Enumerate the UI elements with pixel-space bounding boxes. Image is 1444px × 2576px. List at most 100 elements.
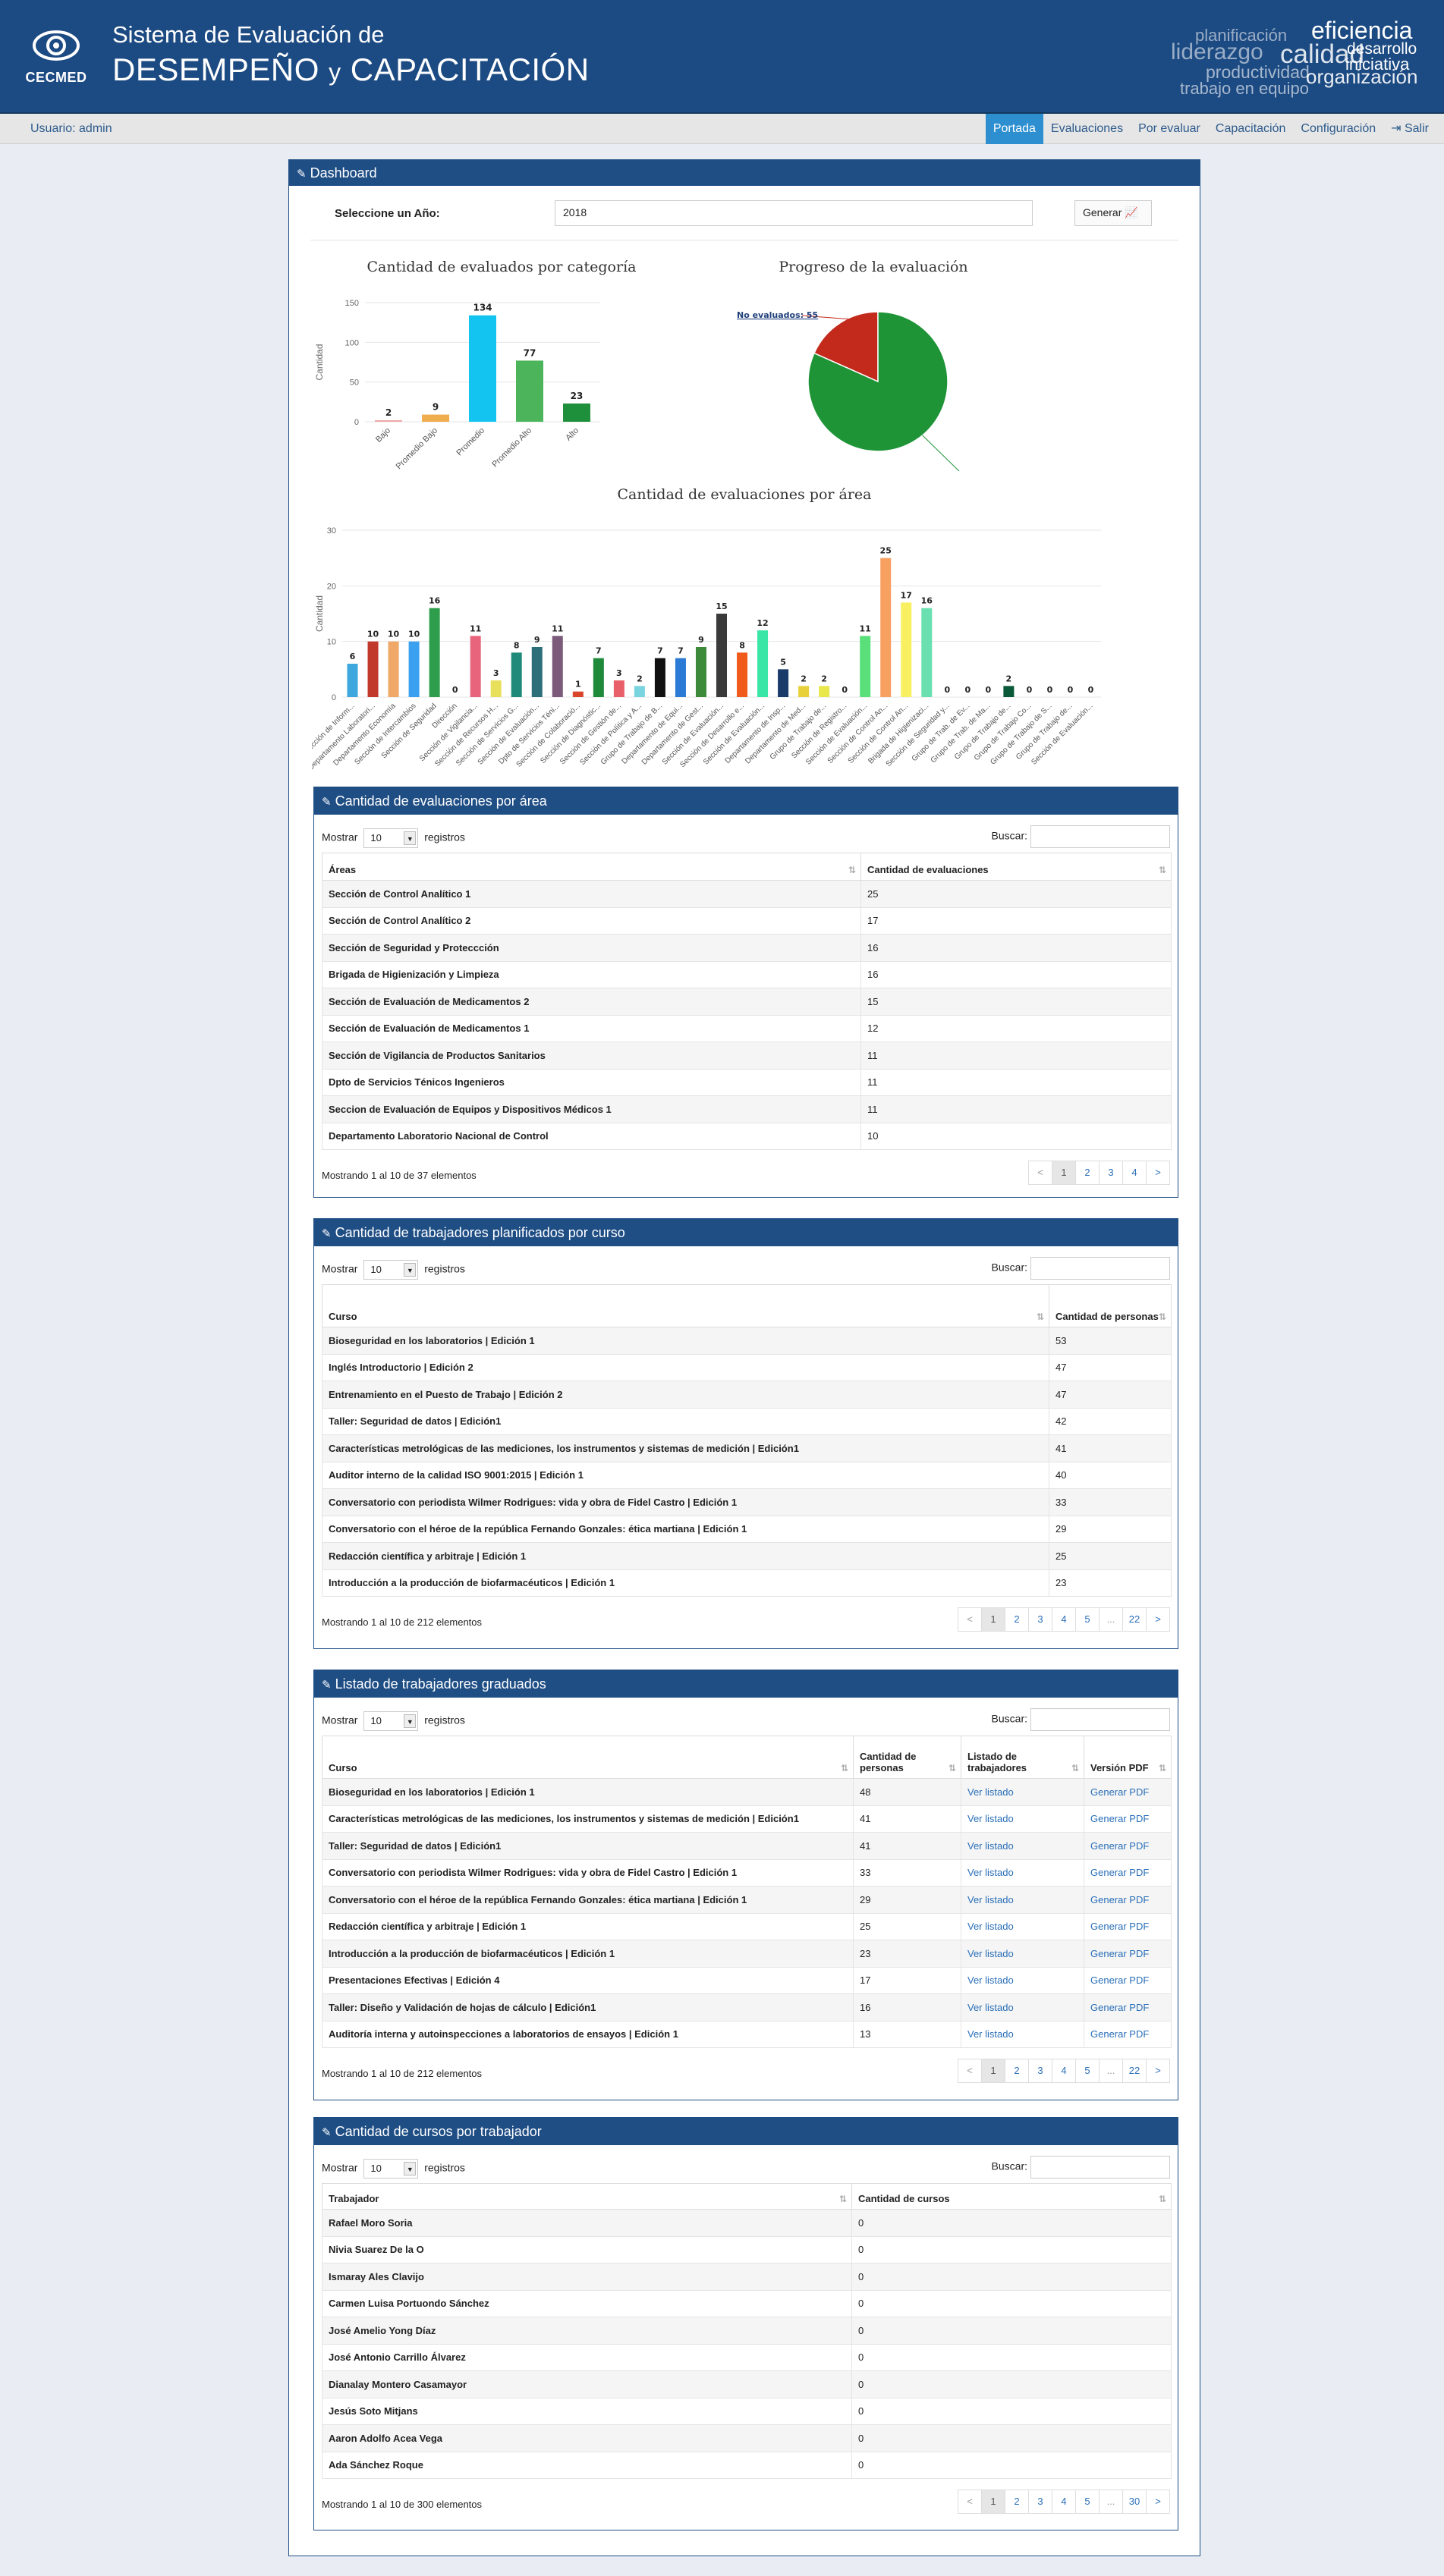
pager-page[interactable]: 4 — [1122, 1161, 1147, 1185]
pager-next[interactable]: > — [1146, 1161, 1170, 1185]
table-cell: Brigada de Higienización y Limpieza — [322, 960, 861, 988]
sort-icon: ⇅ — [1036, 1312, 1044, 1322]
length-select[interactable]: 10 ▼ — [363, 2159, 419, 2179]
pager-page[interactable]: 5 — [1075, 1607, 1100, 1632]
generate-pdf-link[interactable]: Generar PDF — [1090, 2002, 1149, 2013]
pager-page[interactable]: 3 — [1028, 1607, 1052, 1632]
column-header[interactable]: Versión PDF ⇅ — [1084, 1736, 1172, 1779]
view-list-link[interactable]: Ver listado — [967, 1921, 1014, 1932]
pager-page[interactable]: 2 — [1005, 1607, 1029, 1632]
table-row: Nivia Suarez De la O0 — [322, 2235, 1172, 2263]
pager-page[interactable]: 2 — [1005, 2490, 1029, 2514]
table-row: Redacción científica y arbitraje | Edici… — [322, 1542, 1172, 1570]
pager-prev[interactable]: < — [958, 2490, 982, 2514]
generate-pdf-link[interactable]: Generar PDF — [1090, 1974, 1149, 1986]
pager-page[interactable]: 5 — [1075, 2059, 1100, 2083]
pager-page[interactable]: 22 — [1122, 2059, 1147, 2083]
column-header[interactable]: Cantidad de cursos ⇅ — [851, 2183, 1172, 2210]
generate-pdf-link[interactable]: Generar PDF — [1090, 1921, 1149, 1932]
pager-page[interactable]: 22 — [1122, 1607, 1147, 1632]
generate-pdf-link[interactable]: Generar PDF — [1090, 1894, 1149, 1905]
pager-page[interactable]: 2 — [1005, 2059, 1029, 2083]
generate-pdf-link[interactable]: Generar PDF — [1090, 1840, 1149, 1852]
chart-progreso: No evaluados: 55 Evaluados: 245 — [737, 310, 1033, 471]
column-header[interactable]: Cantidad de personas ⇅ — [853, 1736, 961, 1779]
column-header[interactable]: Cantidad de evaluaciones ⇅ — [860, 853, 1172, 881]
show-label: Mostrar — [322, 831, 358, 843]
generate-button[interactable]: Generar 📈 — [1074, 200, 1152, 226]
y-tick-label: 0 — [332, 693, 336, 702]
view-list-link[interactable]: Ver listado — [967, 2028, 1014, 2040]
search-input[interactable] — [1030, 2156, 1170, 2179]
column-header[interactable]: Listado de trabajadores ⇅ — [961, 1736, 1084, 1779]
pager-page[interactable]: ... — [1099, 1607, 1123, 1632]
sort-icon: ⇅ — [1158, 1312, 1166, 1322]
pager-page[interactable]: 1 — [1052, 1161, 1076, 1185]
pager-prev[interactable]: < — [958, 1607, 982, 1632]
view-list-link[interactable]: Ver listado — [967, 1948, 1014, 1959]
column-header[interactable]: Curso ⇅ — [322, 1736, 854, 1779]
data-label: 17 — [901, 590, 912, 600]
nav-configuracion[interactable]: Configuración — [1293, 114, 1383, 144]
pager-page[interactable]: ... — [1099, 2490, 1123, 2514]
search-input[interactable] — [1030, 1257, 1170, 1280]
pager-next[interactable]: > — [1146, 1607, 1170, 1632]
view-list-link[interactable]: Ver listado — [967, 1867, 1014, 1878]
column-header[interactable]: Cantidad de personas ⇅ — [1049, 1284, 1172, 1327]
nav-evaluaciones[interactable]: Evaluaciones — [1043, 114, 1131, 144]
generate-pdf-link[interactable]: Generar PDF — [1090, 2028, 1149, 2040]
search-input[interactable] — [1030, 825, 1170, 848]
view-list-link[interactable]: Ver listado — [967, 2002, 1014, 2013]
generate-pdf-link[interactable]: Generar PDF — [1090, 1948, 1149, 1959]
pager-page[interactable]: 3 — [1028, 2059, 1052, 2083]
generate-pdf-link[interactable]: Generar PDF — [1090, 1813, 1149, 1824]
column-header[interactable]: Áreas ⇅ — [322, 853, 861, 881]
pager-page[interactable]: 4 — [1052, 1607, 1076, 1632]
table-cell: Introducción a la producción de biofarma… — [322, 1569, 1049, 1597]
view-list-link[interactable]: Ver listado — [967, 1813, 1014, 1824]
pager-page[interactable]: 4 — [1052, 2490, 1076, 2514]
column-header[interactable]: Curso ⇅ — [322, 1284, 1049, 1327]
pager-next[interactable]: > — [1146, 2059, 1170, 2083]
length-select[interactable]: 10 ▼ — [363, 828, 419, 848]
table-cell: 16 — [860, 960, 1172, 988]
view-list-link[interactable]: Ver listado — [967, 1894, 1014, 1905]
view-list-link[interactable]: Ver listado — [967, 1840, 1014, 1852]
pager-page[interactable]: 3 — [1028, 2490, 1052, 2514]
view-list-link[interactable]: Ver listado — [967, 1974, 1014, 1986]
generate-pdf-link[interactable]: Generar PDF — [1090, 1786, 1149, 1798]
nav-por-evaluar[interactable]: Por evaluar — [1131, 114, 1208, 144]
nav-portada[interactable]: Portada — [985, 114, 1043, 144]
pager-page[interactable]: 1 — [981, 2490, 1005, 2514]
pager-page[interactable]: 2 — [1075, 1161, 1100, 1185]
pager-page[interactable]: 4 — [1052, 2059, 1076, 2083]
pager-page[interactable]: 1 — [981, 2059, 1005, 2083]
section-courses: ✎ Cantidad de cursos por trabajador Mostr… — [313, 2117, 1178, 2530]
nav-capacitacion[interactable]: Capacitación — [1208, 114, 1294, 144]
pager-page[interactable]: 30 — [1122, 2490, 1147, 2514]
bar — [516, 360, 543, 422]
pager-prev[interactable]: < — [958, 2059, 982, 2083]
logout-icon: ⇥ — [1391, 122, 1402, 135]
pager-page[interactable]: 1 — [981, 1607, 1005, 1632]
pager-page[interactable]: ... — [1099, 2059, 1123, 2083]
view-list-link[interactable]: Ver listado — [967, 1786, 1014, 1798]
table-cell: José Amelio Yong Díaz — [322, 2317, 852, 2345]
sort-icon: ⇅ — [1071, 1763, 1079, 1773]
nav-salir[interactable]: ⇥ Salir — [1383, 114, 1436, 144]
length-select[interactable]: 10 ▼ — [363, 1711, 419, 1731]
year-input[interactable]: 2018 — [555, 200, 1033, 226]
sort-icon: ⇅ — [1158, 2194, 1166, 2204]
generate-pdf-link[interactable]: Generar PDF — [1090, 1867, 1149, 1878]
planned-table: Curso ⇅ Cantidad de personas ⇅ Biosegurida… — [322, 1284, 1172, 1597]
data-label: 2 — [801, 674, 807, 683]
pager-next[interactable]: > — [1146, 2490, 1170, 2514]
pager-prev[interactable]: < — [1028, 1161, 1052, 1185]
search-input[interactable] — [1030, 1708, 1170, 1731]
length-select[interactable]: 10 ▼ — [363, 1260, 419, 1280]
column-header[interactable]: Trabajador ⇅ — [322, 2183, 852, 2210]
table-row: Inglés Introductorio | Edición 2 47 — [322, 1353, 1172, 1381]
pager-page[interactable]: 3 — [1099, 1161, 1123, 1185]
pager-page[interactable]: 5 — [1075, 2490, 1100, 2514]
table-cell: 41 — [1049, 1434, 1172, 1462]
